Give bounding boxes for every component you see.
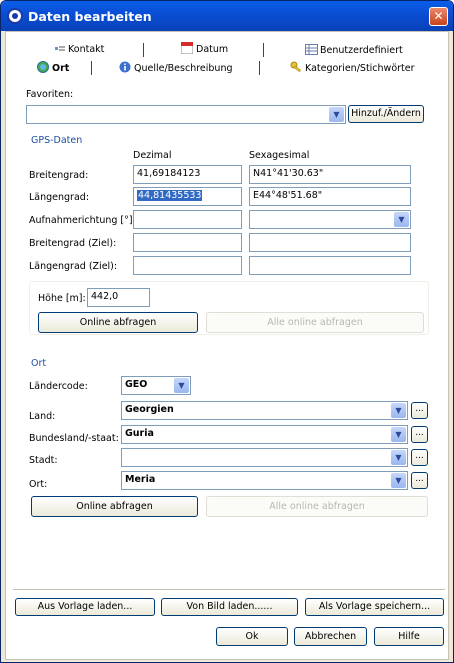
place-browse-button[interactable]: ... xyxy=(411,472,428,489)
ok-button[interactable]: Ok xyxy=(216,627,288,646)
tab-categories-label: Kategorien/Stichwörter xyxy=(305,63,415,74)
state-browse-button[interactable]: ... xyxy=(411,426,428,443)
chevron-down-icon[interactable]: ▼ xyxy=(174,378,189,393)
tab-date-label: Datum xyxy=(196,44,229,55)
target-longitude-sexagesimal-input[interactable] xyxy=(249,256,411,275)
help-button[interactable]: Hilfe xyxy=(374,627,444,646)
height-label: Höhe [m]: xyxy=(38,293,86,304)
tab-separator xyxy=(263,43,264,57)
tab-location-label: Ort xyxy=(52,63,70,74)
chevron-down-icon[interactable]: ▼ xyxy=(391,450,406,465)
calendar-icon xyxy=(180,41,194,55)
latitude-label: Breitengrad: xyxy=(29,170,89,181)
gps-all-online-button[interactable]: Alle online abfragen xyxy=(206,312,424,333)
direction-label: Aufnahmerichtung [°]: xyxy=(29,215,136,226)
chevron-down-icon[interactable]: ▼ xyxy=(391,427,406,442)
tab-location[interactable]: Ort xyxy=(37,61,69,74)
close-button[interactable]: ✕ xyxy=(429,7,448,26)
favorites-combo[interactable]: ▼ xyxy=(26,105,346,124)
tab-contact[interactable]: Kontakt xyxy=(55,44,104,55)
key-icon xyxy=(290,61,302,73)
longitude-decimal-input[interactable]: 44,81435533 xyxy=(133,187,242,206)
place-section-title: Ort xyxy=(31,358,47,369)
tab-separator xyxy=(143,43,144,57)
sexagesimal-column-header: Sexagesimal xyxy=(249,150,310,161)
target-latitude-decimal-input[interactable] xyxy=(133,233,242,252)
state-value: Guria xyxy=(125,428,154,439)
city-browse-button[interactable]: ... xyxy=(411,449,428,466)
place-label: Ort: xyxy=(29,479,48,490)
tab-separator xyxy=(259,61,260,75)
target-longitude-label: Längengrad (Ziel): xyxy=(29,261,118,272)
title-bar[interactable]: Daten bearbeiten ✕ xyxy=(1,1,453,31)
place-combo[interactable]: Meria ▼ xyxy=(121,471,408,490)
country-code-label: Ländercode: xyxy=(29,381,88,392)
save-template-button[interactable]: Als Vorlage speichern... xyxy=(305,598,444,616)
latitude-sexagesimal-input[interactable]: N41°41'30.63" xyxy=(249,165,411,184)
city-label: Stadt: xyxy=(29,455,58,466)
cancel-button[interactable]: Abbrechen xyxy=(294,627,367,646)
load-from-image-button[interactable]: Von Bild laden...... xyxy=(161,598,298,616)
target-latitude-label: Breitengrad (Ziel): xyxy=(29,238,117,249)
latitude-decimal-input[interactable]: 41,69184123 xyxy=(133,165,242,184)
favorites-add-button[interactable]: Hinzuf./Ändern xyxy=(348,105,424,123)
favorites-label: Favoriten: xyxy=(26,89,74,100)
decimal-column-header: Dezimal xyxy=(133,150,172,161)
gps-online-button[interactable]: Online abfragen xyxy=(38,312,198,333)
state-label: Bundesland/-staat: xyxy=(29,433,119,444)
chevron-down-icon[interactable]: ▼ xyxy=(329,107,344,122)
gps-section-title: GPS-Daten xyxy=(31,135,83,146)
longitude-sexagesimal-input[interactable]: E44°48'51.68" xyxy=(249,187,411,206)
place-online-button[interactable]: Online abfragen xyxy=(31,496,198,517)
state-combo[interactable]: Guria ▼ xyxy=(121,425,408,444)
load-template-button[interactable]: Aus Vorlage laden... xyxy=(15,598,155,616)
app-icon xyxy=(7,8,23,24)
city-combo[interactable]: ▼ xyxy=(121,448,408,467)
info-icon xyxy=(119,61,131,73)
longitude-label: Längengrad: xyxy=(29,192,90,203)
contact-icon xyxy=(55,44,65,55)
tab-date[interactable]: Datum xyxy=(180,41,229,55)
tab-custom[interactable]: Benutzerdefiniert xyxy=(305,44,403,56)
tab-source-label: Quelle/Beschreibung xyxy=(134,63,233,74)
place-all-online-button[interactable]: Alle online abfragen xyxy=(206,496,428,517)
country-value: Georgien xyxy=(125,404,174,415)
country-browse-button[interactable]: ... xyxy=(411,402,428,419)
tab-contact-label: Kontakt xyxy=(68,44,105,55)
tab-custom-label: Benutzerdefiniert xyxy=(320,45,403,56)
chevron-down-icon[interactable]: ▼ xyxy=(391,473,406,488)
height-input[interactable]: 442,0 xyxy=(87,288,150,307)
window-title: Daten bearbeiten xyxy=(28,9,152,24)
country-code-combo[interactable]: GEO ▼ xyxy=(121,376,191,395)
tab-categories[interactable]: Kategorien/Stichwörter xyxy=(290,61,415,74)
globe-icon xyxy=(37,61,49,73)
chevron-down-icon[interactable]: ▼ xyxy=(391,403,406,418)
table-icon xyxy=(305,44,318,55)
place-value: Meria xyxy=(125,474,156,485)
country-code-value: GEO xyxy=(125,379,148,390)
chevron-down-icon[interactable]: ▼ xyxy=(394,212,409,227)
direction-combo[interactable]: ▼ xyxy=(249,210,411,229)
country-label: Land: xyxy=(29,411,56,422)
country-combo[interactable]: Georgien ▼ xyxy=(121,401,408,420)
footer-divider xyxy=(13,589,445,590)
longitude-decimal-selected-text: 44,81435533 xyxy=(137,190,203,201)
tab-source[interactable]: Quelle/Beschreibung xyxy=(119,61,233,74)
target-longitude-decimal-input[interactable] xyxy=(133,256,242,275)
direction-input[interactable] xyxy=(133,210,242,229)
dialog-window: Daten bearbeiten ✕ Kontakt Datum Benutze… xyxy=(0,0,454,663)
tab-separator xyxy=(91,61,92,75)
dialog-body xyxy=(5,31,449,660)
target-latitude-sexagesimal-input[interactable] xyxy=(249,233,411,252)
